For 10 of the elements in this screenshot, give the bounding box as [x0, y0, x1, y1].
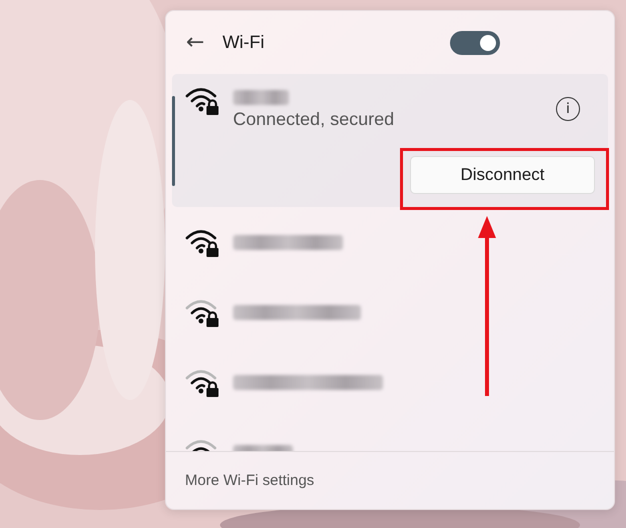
- back-button[interactable]: ←: [182, 30, 208, 55]
- connection-status: Connected, secured: [233, 109, 396, 130]
- wifi-toggle[interactable]: [450, 30, 500, 54]
- more-wifi-settings-link[interactable]: More Wi-Fi settings: [185, 472, 314, 489]
- scrollbar-thumb[interactable]: [172, 96, 175, 186]
- info-button[interactable]: i: [556, 97, 580, 121]
- panel-title: Wi-Fi: [222, 32, 264, 53]
- connected-network-card[interactable]: Connected, secured i Disconnect: [172, 74, 608, 207]
- disconnect-button[interactable]: Disconnect: [410, 156, 595, 194]
- blurred-name: [233, 90, 289, 105]
